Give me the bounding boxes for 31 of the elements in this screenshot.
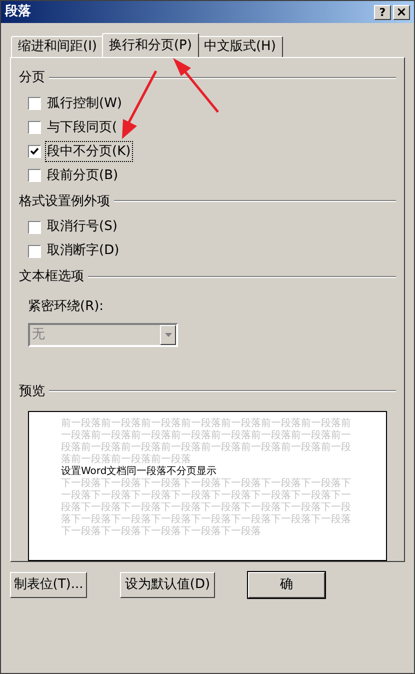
preview-text: 前一段落前一段落前一段落前一段落前一段落前一段落前一段落前一段落前一段落前一段落前一段落前一段落前一段落前一段落前一段落前一段落前一段落前一段落前一段落前一段落前一段落前一段落前一段落前一段落前一段落 bbox=[61, 418, 352, 466]
checkbox-label[interactable]: 段中不分页(K) bbox=[46, 142, 132, 162]
check-icon bbox=[30, 147, 39, 156]
checkbox[interactable] bbox=[28, 220, 41, 234]
tab[interactable]: 缩进和间距(I) bbox=[11, 36, 104, 57]
preview-text: 下一段落下一段落下一段落下一段落下一段落下一段落下一段落下一段落下一段落下一段落下一段落下一段落下一段落下一段落下一段落下一段落下一段落下一段落下一段落下一段落下一段落下一段落下一段落下一段落下一段落下一段落下一段落下一段落下一段落下一段落下一段落下一段落下一段落下一段落 bbox=[61, 478, 352, 538]
checkbox-label[interactable]: 取消断字(D) bbox=[46, 241, 120, 261]
group-title: 分页 bbox=[19, 69, 45, 87]
window-title: 段落 bbox=[5, 3, 32, 22]
checkbox[interactable] bbox=[28, 244, 41, 258]
checkbox-label[interactable]: 孤行控制(W) bbox=[46, 94, 123, 114]
dialog-button[interactable]: 设为默认值(D) bbox=[120, 572, 215, 598]
group-title: 格式设置例外项 bbox=[19, 192, 110, 210]
tab[interactable]: 中文版式(H) bbox=[196, 36, 283, 57]
checkbox[interactable] bbox=[28, 145, 41, 158]
dropdown-value: 无 bbox=[31, 326, 46, 344]
checkbox[interactable] bbox=[28, 121, 41, 134]
checkbox-label[interactable]: 段前分页(B) bbox=[46, 166, 120, 186]
group-title: 预览 bbox=[19, 382, 45, 400]
group-title: 文本框选项 bbox=[19, 268, 84, 286]
dialog-button[interactable]: 确 bbox=[248, 572, 325, 598]
close-button[interactable]: × bbox=[393, 4, 410, 20]
preview-text: 设置Word文档同一段落不分页显示 bbox=[61, 466, 218, 478]
checkbox[interactable] bbox=[28, 97, 41, 110]
checkbox[interactable] bbox=[28, 169, 41, 182]
checkbox-label[interactable]: 取消行号(S) bbox=[46, 217, 118, 237]
tab[interactable]: 换行和分页(P) bbox=[102, 33, 199, 57]
field-label: 紧密环绕(R): bbox=[28, 298, 104, 314]
checkbox-label[interactable]: 与下段同页( bbox=[46, 118, 118, 138]
help-button[interactable]: ? bbox=[374, 4, 391, 20]
dialog-button[interactable]: 制表位(T)... bbox=[10, 572, 87, 598]
